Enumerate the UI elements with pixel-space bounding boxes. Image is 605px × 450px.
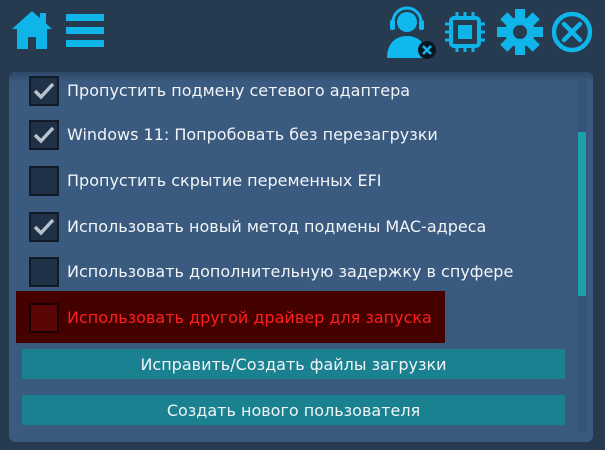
option-win11-no-reboot[interactable]: Windows 11: Попробовать без перезагрузки — [19, 113, 559, 157]
create-user-button[interactable]: Создать нового пользователя — [22, 395, 565, 425]
close-circle-icon[interactable] — [550, 10, 594, 54]
fix-boot-files-button[interactable]: Исправить/Создать файлы загрузки — [22, 349, 565, 379]
scrollbar-thumb[interactable] — [578, 132, 586, 296]
checkbox[interactable] — [29, 120, 59, 150]
support-agent-icon[interactable] — [385, 4, 437, 60]
option-label: Пропустить подмену сетевого адаптера — [67, 81, 411, 100]
option-label: Windows 11: Попробовать без перезагрузки — [67, 125, 438, 144]
home-icon[interactable] — [10, 7, 54, 51]
checkbox[interactable] — [29, 166, 59, 196]
gear-icon[interactable] — [496, 8, 544, 56]
cpu-chip-icon[interactable] — [443, 10, 487, 54]
option-label: Пропустить скрытие переменных EFI — [67, 171, 382, 190]
option-new-mac-spoof-method[interactable]: Использовать новый метод подмены MAC-адр… — [19, 205, 559, 249]
option-extra-spoofer-delay[interactable]: Использовать дополнительную задержку в с… — [19, 250, 559, 294]
option-label: Использовать другой драйвер для запуска — [67, 308, 432, 327]
hamburger-menu-icon[interactable] — [64, 10, 106, 52]
option-skip-efi-hiding[interactable]: Пропустить скрытие переменных EFI — [19, 159, 559, 203]
option-skip-network-adapter[interactable]: Пропустить подмену сетевого адаптера — [19, 72, 559, 113]
option-alternate-driver[interactable]: Использовать другой драйвер для запуска — [19, 296, 559, 340]
top-toolbar — [0, 0, 605, 72]
options-panel: Пропустить подмену сетевого адаптера Win… — [9, 72, 593, 442]
option-label: Использовать новый метод подмены MAC-адр… — [67, 217, 487, 236]
checkbox[interactable] — [29, 257, 59, 287]
checkbox[interactable] — [29, 303, 59, 333]
option-label: Использовать дополнительную задержку в с… — [67, 262, 514, 281]
checkbox[interactable] — [29, 76, 59, 106]
checkbox[interactable] — [29, 212, 59, 242]
